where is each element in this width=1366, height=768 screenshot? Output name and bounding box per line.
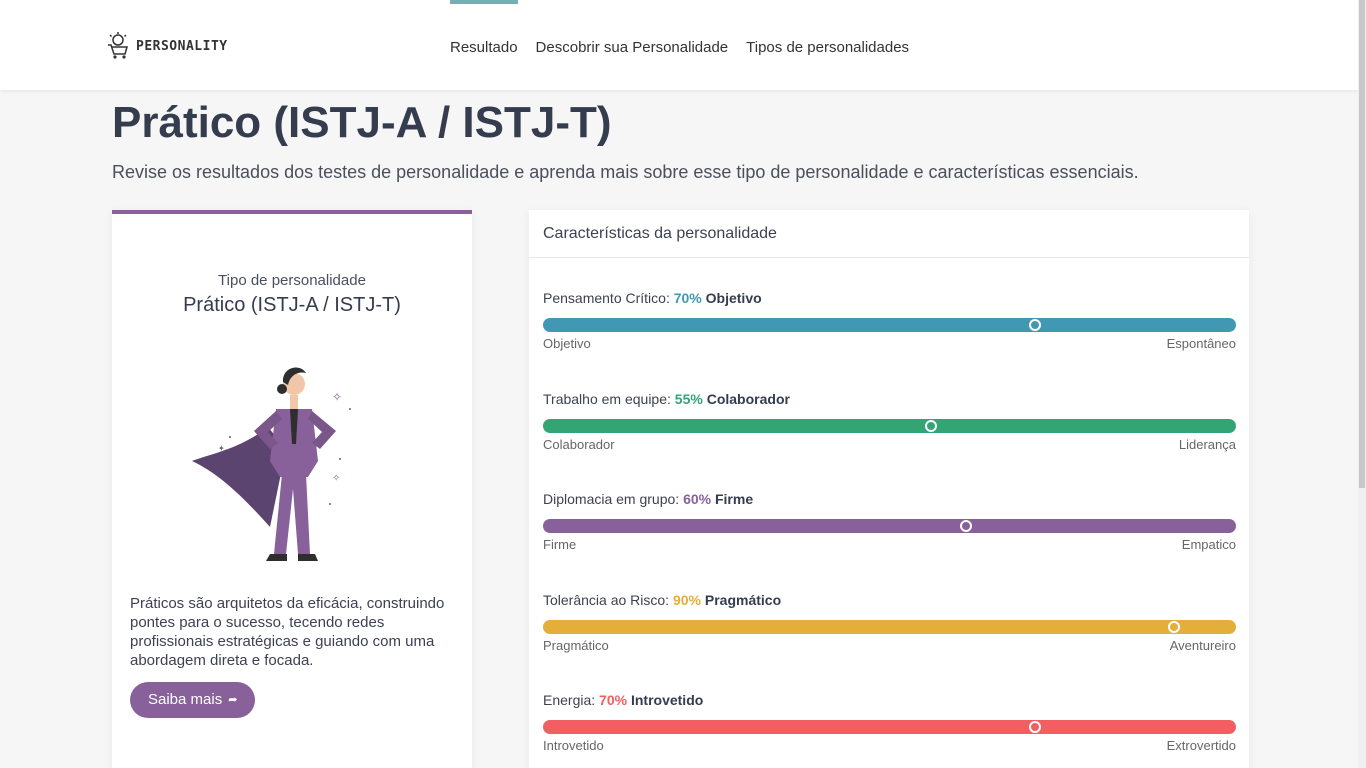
trait-bar[interactable]: [543, 620, 1236, 634]
trait-row: Energia: 70% Introvetido Introvetido Extro…: [543, 692, 1236, 753]
trait-row: Diplomacia em grupo: 60% Firme Firme Empat…: [543, 491, 1236, 552]
trait-percent: 90%: [672, 592, 701, 608]
trait-ends: Colaborador Liderança: [543, 437, 1236, 452]
trait-slider-knob[interactable]: [1029, 319, 1042, 331]
trait-row: Tolerância ao Risco: 90% Pragmático Pragm…: [543, 592, 1236, 653]
logo-text: PERSONALITY: [136, 38, 228, 54]
trait-left-label: Introvetido: [543, 738, 604, 753]
traits-card-title: Características da personalidade: [529, 210, 1249, 258]
trait-bar[interactable]: [543, 318, 1236, 332]
trait-left-label: Colaborador: [543, 437, 615, 452]
trait-right-label: Aventureiro: [1169, 638, 1236, 653]
trait-slider-knob[interactable]: [925, 420, 938, 432]
trait-right-label: Liderança: [1178, 437, 1236, 452]
logo[interactable]: PERSONALITY: [106, 32, 228, 60]
page-scrollbar[interactable]: [1358, 0, 1366, 768]
share-arrow-icon: ➦: [228, 694, 238, 706]
trait-title: Pensamento Crítico: 70% Objetivo: [543, 290, 1236, 308]
trait-ends: Objetivo Espontâneo: [543, 336, 1236, 351]
trait-percent: 70%: [673, 290, 702, 306]
trait-result: Introvetido: [630, 692, 704, 708]
trait-result: Objetivo: [705, 290, 762, 306]
site-header: PERSONALITY Resultado Descobrir sua Pers…: [0, 0, 1358, 90]
trait-percent: 55%: [674, 391, 703, 407]
trait-left-label: Firme: [543, 537, 577, 552]
type-description: Práticos são arquitetos da eficácia, con…: [130, 595, 445, 669]
trait-percent: 70%: [599, 692, 628, 708]
type-label: Tipo de personalidade: [218, 272, 366, 289]
trait-name: Tolerância ao Risco:: [543, 592, 670, 608]
trait-ends: Introvetido Extrovertido: [543, 738, 1236, 753]
svg-text:✧: ✧: [332, 390, 342, 404]
trait-slider-knob[interactable]: [1029, 721, 1042, 733]
logo-icon: [108, 32, 128, 59]
type-name: Prático (ISTJ-A / ISTJ-T): [183, 294, 401, 316]
trait-right-label: Extrovertido: [1166, 738, 1236, 753]
trait-result: Firme: [714, 491, 754, 507]
trait-name: Diplomacia em grupo:: [543, 491, 680, 507]
trait-bar[interactable]: [543, 519, 1236, 533]
nav-item-tipos[interactable]: Tipos de personalidades: [746, 0, 909, 90]
trait-ends: Pragmático Aventureiro: [543, 638, 1236, 653]
page-subtitle: Revise os resultados dos testes de perso…: [112, 162, 1139, 182]
trait-percent: 60%: [683, 491, 712, 507]
trait-left-label: Pragmático: [543, 638, 609, 653]
trait-name: Energia:: [543, 692, 596, 708]
trait-row: Trabalho em equipe: 55% Colaborador Colab…: [543, 391, 1236, 452]
trait-bar[interactable]: [543, 419, 1236, 433]
trait-result: Colaborador: [706, 391, 790, 407]
trait-title: Diplomacia em grupo: 60% Firme: [543, 491, 1236, 509]
trait-bar[interactable]: [543, 720, 1236, 734]
trait-title: Energia: 70% Introvetido: [543, 692, 1236, 710]
scrollbar-thumb[interactable]: [1359, 0, 1365, 488]
learn-more-label: Saiba mais: [148, 691, 223, 708]
trait-left-label: Objetivo: [543, 336, 591, 351]
traits-card: Características da personalidade Pensame…: [529, 210, 1249, 768]
nav-item-resultado[interactable]: Resultado: [450, 0, 518, 90]
svg-text:✧: ✧: [332, 473, 340, 484]
superhero-illustration: ✧ ✧ ✦: [192, 367, 351, 561]
learn-more-button[interactable]: Saiba mais ➦: [130, 682, 256, 718]
personality-type-card: Tipo de personalidade Prático (ISTJ-A / …: [112, 210, 472, 768]
page-title: Prático (ISTJ-A / ISTJ-T): [112, 98, 612, 147]
trait-result: Pragmático: [704, 592, 782, 608]
svg-text:✦: ✦: [218, 444, 225, 453]
trait-right-label: Empatico: [1181, 537, 1236, 552]
trait-slider-knob[interactable]: [959, 520, 972, 532]
main-nav: Resultado Descobrir sua Personalidade Ti…: [450, 0, 927, 90]
trait-ends: Firme Empatico: [543, 537, 1236, 552]
trait-name: Trabalho em equipe:: [543, 391, 671, 407]
nav-item-descobrir[interactable]: Descobrir sua Personalidade: [536, 0, 729, 90]
trait-row: Pensamento Crítico: 70% Objetivo Objetivo…: [543, 290, 1236, 351]
trait-title: Tolerância ao Risco: 90% Pragmático: [543, 592, 1236, 610]
trait-title: Trabalho em equipe: 55% Colaborador: [543, 391, 1236, 409]
trait-name: Pensamento Crítico:: [543, 290, 670, 306]
trait-slider-knob[interactable]: [1167, 621, 1180, 633]
trait-right-label: Espontâneo: [1166, 336, 1236, 351]
